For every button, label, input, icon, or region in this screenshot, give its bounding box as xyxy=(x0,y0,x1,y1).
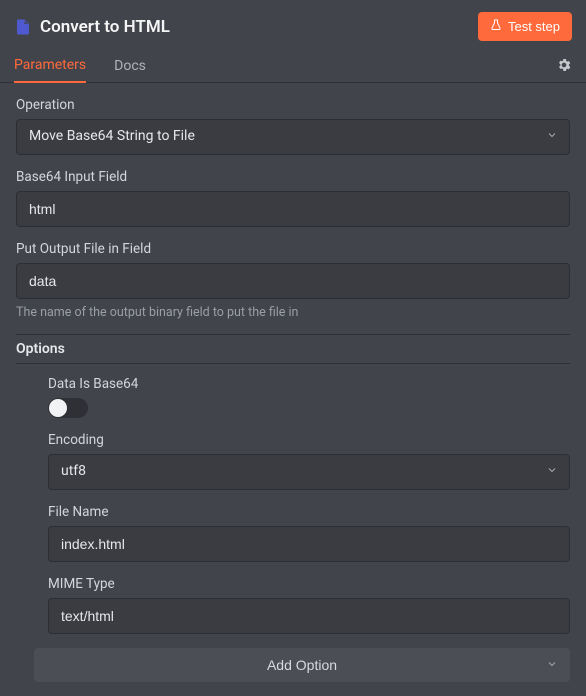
operation-select-value: Move Base64 String to File xyxy=(16,119,570,155)
gear-icon[interactable] xyxy=(556,57,572,77)
encoding-label: Encoding xyxy=(48,432,570,448)
output-field-label: Put Output File in Field xyxy=(16,241,570,257)
add-option-wrap: Add Option xyxy=(16,648,570,682)
data-is-base64-toggle[interactable] xyxy=(48,398,88,418)
operation-field-group: Operation Move Base64 String to File xyxy=(16,97,570,155)
panel-header: Convert to HTML Test step xyxy=(0,0,586,49)
header-left: Convert to HTML xyxy=(14,17,170,37)
file-name-input[interactable] xyxy=(48,526,570,562)
chevron-down-icon xyxy=(546,657,558,673)
output-field-input[interactable] xyxy=(16,263,570,299)
toggle-knob xyxy=(49,399,67,417)
file-icon xyxy=(14,17,32,37)
output-field-helper: The name of the output binary field to p… xyxy=(16,305,570,320)
mime-type-group: MIME Type xyxy=(48,576,570,634)
add-option-label: Add Option xyxy=(267,657,337,673)
operation-label: Operation xyxy=(16,97,570,113)
operation-select[interactable]: Move Base64 String to File xyxy=(16,119,570,155)
output-field-group: Put Output File in Field The name of the… xyxy=(16,241,570,320)
mime-type-input[interactable] xyxy=(48,598,570,634)
panel-title: Convert to HTML xyxy=(40,17,170,37)
encoding-group: Encoding utf8 xyxy=(48,432,570,490)
base64-input-field[interactable] xyxy=(16,191,570,227)
flask-icon xyxy=(490,18,502,35)
tab-docs[interactable]: Docs xyxy=(114,50,146,82)
base64-input-label: Base64 Input Field xyxy=(16,169,570,185)
parameters-content: Operation Move Base64 String to File Bas… xyxy=(0,83,586,696)
base64-input-field-group: Base64 Input Field xyxy=(16,169,570,227)
tab-parameters[interactable]: Parameters xyxy=(14,49,86,83)
mime-type-label: MIME Type xyxy=(48,576,570,592)
encoding-select[interactable]: utf8 xyxy=(48,454,570,490)
add-option-button[interactable]: Add Option xyxy=(34,648,570,682)
test-step-label: Test step xyxy=(508,19,560,34)
tab-bar: Parameters Docs xyxy=(0,49,586,83)
options-body: Data Is Base64 Encoding utf8 File Name M… xyxy=(16,376,570,634)
test-step-button[interactable]: Test step xyxy=(478,12,572,41)
data-is-base64-label: Data Is Base64 xyxy=(48,376,570,392)
data-is-base64-group: Data Is Base64 xyxy=(48,376,570,418)
options-header: Options xyxy=(16,334,570,364)
file-name-group: File Name xyxy=(48,504,570,562)
encoding-select-value: utf8 xyxy=(48,454,570,490)
file-name-label: File Name xyxy=(48,504,570,520)
